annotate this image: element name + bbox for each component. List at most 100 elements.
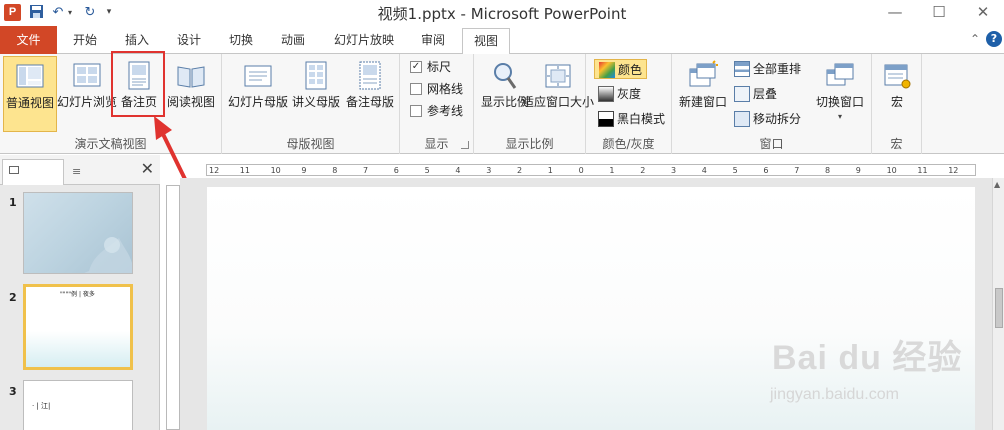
slides-tab[interactable] — [2, 159, 64, 185]
fit-to-window-button[interactable]: 适应窗口大小 — [522, 56, 594, 132]
black-white-button[interactable]: 黑白模式 — [598, 109, 665, 129]
scrollbar-thumb[interactable] — [995, 288, 1003, 328]
reading-view-icon — [177, 66, 205, 88]
cascade-icon — [734, 85, 750, 102]
fit-to-window-icon — [545, 64, 571, 88]
tab-animations[interactable]: 动画 — [272, 28, 314, 54]
close-pane-icon[interactable]: ✕ — [141, 159, 154, 178]
ruler-tick-label: 9 — [855, 166, 861, 175]
fit-to-window-label: 适应窗口大小 — [521, 95, 594, 109]
color-swatch-icon — [599, 61, 615, 78]
title-bar: P ↶ ▾ ↻ ▾ 视频1.pptx - Microsoft PowerPoin… — [0, 0, 1004, 26]
tab-file[interactable]: 文件 — [0, 26, 57, 54]
close-button[interactable]: ✕ — [968, 2, 998, 22]
slide-number-2: 2 — [9, 291, 17, 304]
ruler-tick-label: 5 — [424, 166, 430, 175]
window-title: 视频1.pptx - Microsoft PowerPoint — [377, 5, 627, 23]
outline-tab[interactable]: ≡ — [66, 159, 128, 185]
group-macros: 宏 宏 — [872, 54, 922, 154]
guides-checkbox[interactable]: 参考线 — [410, 101, 463, 121]
notes-page-highlight-box — [111, 51, 165, 117]
ruler-tick-label: 0 — [578, 166, 584, 175]
gridlines-checkbox[interactable]: 网格线 — [410, 79, 463, 99]
group-master-views: 幻灯片母版 讲义母版 备注母版 母版视图 — [222, 54, 400, 154]
new-window-button[interactable]: 新建窗口 — [676, 56, 730, 132]
group-label-macros: 宏 — [890, 137, 903, 151]
ruler-label: 标尺 — [427, 60, 452, 74]
slide-number-3: 3 — [9, 385, 17, 398]
black-white-label: 黑白模式 — [617, 112, 666, 126]
slides-pane: ≡ ✕ 1 2 """"例 | 夜多 3 · | 江| — [0, 155, 160, 430]
arrange-all-icon — [734, 60, 750, 77]
black-white-swatch-icon — [598, 110, 614, 127]
cascade-label: 层叠 — [753, 87, 778, 101]
outline-tab-icon: ≡ — [72, 165, 82, 178]
ruler-tick-label: 10 — [886, 166, 897, 175]
group-window: 新建窗口 全部重排 层叠 移动拆分 切换窗口 ▾ 窗口 — [672, 54, 872, 154]
ruler-tick-label: 9 — [301, 166, 307, 175]
ruler-tick-label: 8 — [825, 166, 831, 175]
slide-3-text: · | 江| — [32, 402, 51, 410]
tab-slideshow[interactable]: 幻灯片放映 — [326, 28, 402, 54]
guides-label: 参考线 — [427, 104, 464, 118]
gridlines-check-icon — [410, 82, 422, 95]
ruler-tick-label: 6 — [763, 166, 769, 175]
switch-windows-icon — [826, 63, 854, 86]
minimize-button[interactable]: — — [880, 2, 910, 22]
slide-number-1: 1 — [9, 196, 17, 209]
ruler-tick-label: 11 — [239, 166, 250, 175]
slide-thumbnail-2[interactable]: """"例 | 夜多 — [23, 284, 133, 370]
slide-sorter-button[interactable]: 幻灯片浏览 — [57, 56, 117, 132]
ribbon-tabs: 文件 开始 插入 设计 切换 动画 幻灯片放映 审阅 视图 ⌃ ? — [0, 26, 1004, 55]
handout-master-label: 讲义母版 — [291, 95, 340, 109]
arrange-all-button[interactable]: 全部重排 — [734, 59, 801, 79]
slide-thumbnail-3[interactable]: · | 江| — [23, 380, 133, 430]
tab-review[interactable]: 审阅 — [412, 28, 454, 54]
switch-windows-button[interactable]: 切换窗口 ▾ — [812, 56, 868, 132]
ruler-labels: 12 11 10 9 8 7 6 5 4 3 2 1 0 1 2 3 4 5 6 7 8 9 10 11 12 — [207, 165, 975, 175]
ruler-tick-label: 12 — [209, 166, 220, 175]
new-window-label: 新建窗口 — [678, 95, 727, 109]
handout-master-button[interactable]: 讲义母版 — [290, 56, 342, 132]
tab-view[interactable]: 视图 — [462, 28, 510, 55]
tab-design[interactable]: 设计 — [168, 28, 210, 54]
ruler-tick-label: 2 — [517, 166, 523, 175]
show-dialog-launcher-icon[interactable] — [461, 141, 469, 149]
pane-tabs: ≡ ✕ — [0, 155, 160, 185]
minimize-ribbon-icon[interactable]: ⌃ — [970, 32, 980, 46]
notes-master-button[interactable]: 备注母版 — [344, 56, 396, 132]
macros-icon — [884, 64, 911, 89]
color-button[interactable]: 颜色 — [594, 59, 648, 79]
horizontal-ruler[interactable]: 12 11 10 9 8 7 6 5 4 3 2 1 0 1 2 3 4 5 6 7 8 9 10 11 12 — [206, 164, 976, 176]
ruler-checkbox[interactable]: ✓ 标尺 — [410, 57, 451, 77]
ruler-tick-label: 3 — [671, 166, 677, 175]
slide-thumbnail-1[interactable] — [23, 192, 133, 274]
group-label-zoom: 显示比例 — [505, 137, 554, 151]
slide-sorter-icon — [73, 63, 101, 87]
tab-transitions[interactable]: 切换 — [220, 28, 262, 54]
ruler-tick-label: 6 — [393, 166, 399, 175]
ruler-tick-label: 1 — [609, 166, 615, 175]
help-icon[interactable]: ? — [986, 31, 1002, 47]
ruler-tick-label: 4 — [455, 166, 461, 175]
cascade-button[interactable]: 层叠 — [734, 84, 777, 104]
move-split-button[interactable]: 移动拆分 — [734, 109, 801, 129]
grayscale-button[interactable]: 灰度 — [598, 84, 641, 104]
maximize-button[interactable]: ☐ — [924, 2, 954, 22]
color-label: 颜色 — [618, 63, 643, 77]
scroll-up-icon[interactable]: ▲ — [994, 180, 1000, 189]
tab-home[interactable]: 开始 — [64, 28, 106, 54]
slide-master-button[interactable]: 幻灯片母版 — [228, 56, 288, 132]
notes-master-label: 备注母版 — [345, 95, 394, 109]
slide-1-decoration — [84, 237, 132, 273]
normal-view-button[interactable]: 普通视图 — [3, 56, 57, 132]
switch-windows-dropdown-icon: ▾ — [837, 112, 842, 121]
vertical-scrollbar[interactable]: ▲ — [992, 178, 1004, 430]
group-label-color-grayscale: 颜色/灰度 — [602, 137, 655, 151]
macros-button[interactable]: 宏 — [876, 56, 918, 132]
vertical-ruler[interactable] — [166, 185, 180, 430]
baidu-watermark: Bai du 经验 — [772, 339, 963, 377]
reading-view-label: 阅读视图 — [166, 95, 215, 109]
gridlines-label: 网格线 — [427, 82, 464, 96]
ruler-tick-label: 10 — [270, 166, 281, 175]
